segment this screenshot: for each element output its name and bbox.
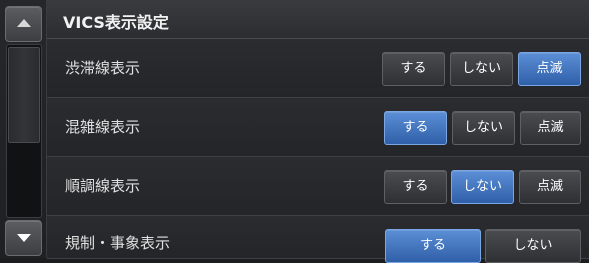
setting-row-smooth: 順調線表示 する しない 点滅 [47,157,589,216]
smooth-on-button[interactable]: する [384,170,447,204]
crowded-off-button[interactable]: しない [452,111,515,145]
setting-row-crowded: 混雑線表示 する しない 点滅 [47,98,589,157]
crowded-on-button[interactable]: する [384,111,447,145]
congestion-off-button[interactable]: しない [450,52,513,86]
scrollbar-thumb[interactable] [8,47,40,143]
congestion-blink-button[interactable]: 点滅 [518,52,581,86]
setting-label-regulation: 規制・事象表示 [65,234,171,252]
triangle-up-icon [17,19,31,27]
scroll-down-button[interactable] [5,220,42,256]
page-header: VICS表示設定 [47,0,589,39]
triangle-down-icon [17,234,31,242]
smooth-blink-button[interactable]: 点滅 [519,170,581,204]
setting-row-regulation: 規制・事象表示 する しない [47,216,589,263]
congestion-on-button[interactable]: する [382,52,445,86]
scroll-up-button[interactable] [5,6,42,42]
page-title: VICS表示設定 [63,13,169,32]
setting-label-congestion: 渋滞線表示 [65,59,141,77]
smooth-off-button[interactable]: しない [451,170,514,204]
setting-label-smooth: 順調線表示 [65,177,141,195]
setting-row-congestion: 渋滞線表示 する しない 点滅 [47,39,589,98]
scrollbar-track[interactable] [6,44,42,218]
scroll-rail [0,0,47,258]
setting-label-crowded: 混雑線表示 [65,118,141,136]
crowded-blink-button[interactable]: 点滅 [520,111,581,145]
